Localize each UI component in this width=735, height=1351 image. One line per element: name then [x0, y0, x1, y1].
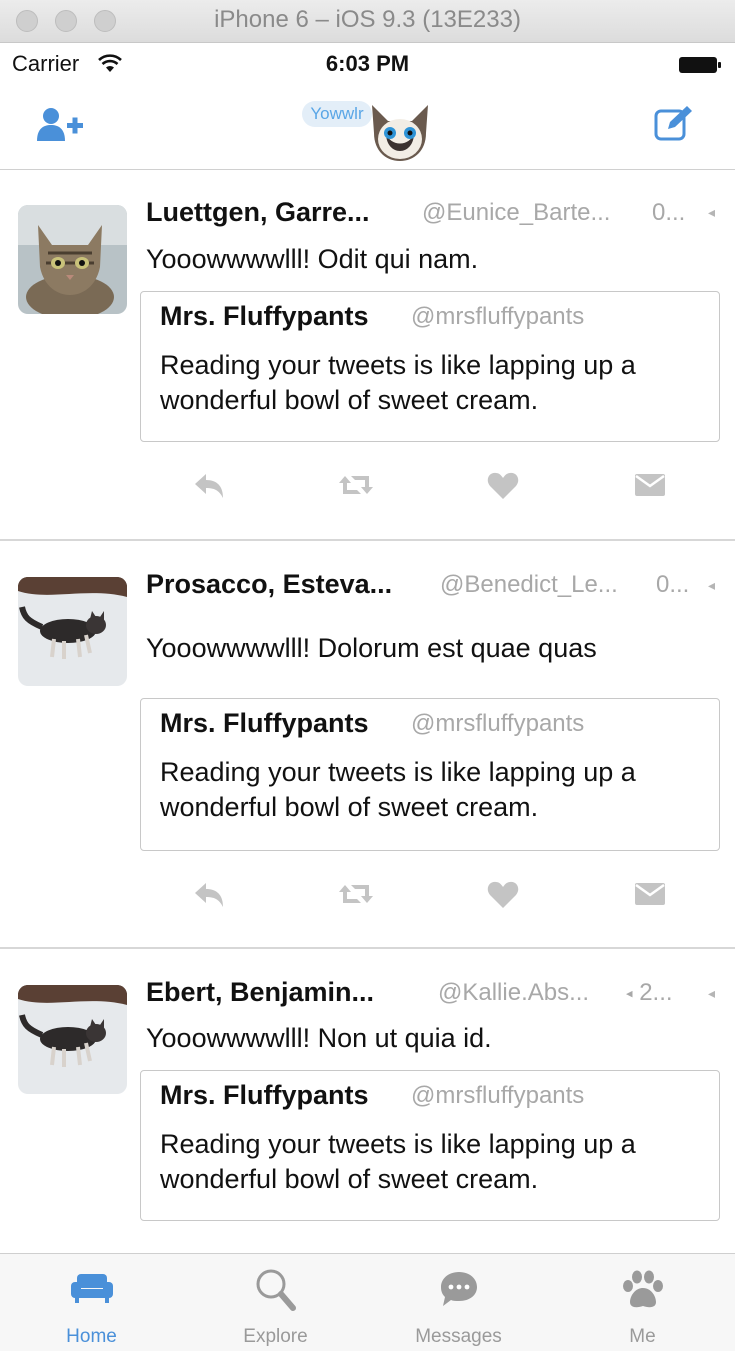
avatar[interactable]	[18, 577, 127, 686]
quoted-author-name: Mrs. Fluffypants	[160, 301, 369, 331]
tweet-cell[interactable]: Ebert, Benjamin... @Kallie.Abs... ◂ 2...…	[0, 949, 735, 1253]
tweet-timestamp: 0...	[652, 199, 686, 226]
cat-in-snow-photo	[18, 985, 127, 1094]
cat-logo-icon	[372, 105, 428, 161]
tweet-timestamp-value: 2...	[639, 979, 673, 1006]
tweet-options-icon[interactable]: ◂	[708, 985, 715, 1002]
tweet-text: Yooowwwwlll! Odit qui nam.	[146, 244, 479, 274]
chat-bubble-icon	[440, 1272, 477, 1306]
tweet-author-name[interactable]: Ebert, Benjamin...	[146, 977, 374, 1008]
tweet-author-name[interactable]: Luettgen, Garre...	[146, 197, 370, 228]
quoted-author-handle: @mrsfluffypants	[411, 1082, 585, 1109]
tab-me[interactable]: Me	[551, 1254, 734, 1351]
retweet-icon[interactable]	[339, 881, 373, 907]
tab-label: Home	[66, 1326, 117, 1347]
quoted-author-handle: @mrsfluffypants	[411, 303, 585, 330]
tweet-options-icon[interactable]: ◂	[708, 204, 715, 221]
tab-home[interactable]: Home	[0, 1254, 183, 1351]
logo-text: Yowwlr	[302, 101, 372, 127]
tab-bar: Home Explore Messages Me	[0, 1253, 735, 1351]
quoted-author-handle: @mrsfluffypants	[411, 710, 585, 737]
yowwlr-logo: Yowwlr	[300, 95, 435, 163]
tab-label: Messages	[415, 1326, 502, 1347]
like-heart-icon[interactable]	[487, 472, 519, 500]
tweet-cell[interactable]: Luettgen, Garre... @Eunice_Barte... 0...…	[0, 170, 735, 541]
quoted-tweet[interactable]: Mrs. Fluffypants @mrsfluffypants Reading…	[140, 698, 720, 851]
quoted-text: Reading your tweets is like lapping up a…	[160, 1129, 636, 1194]
tweet-actions	[0, 881, 735, 921]
tab-label: Me	[629, 1326, 656, 1347]
message-envelope-icon[interactable]	[634, 472, 666, 498]
reply-icon[interactable]	[193, 881, 225, 909]
quoted-author-name: Mrs. Fluffypants	[160, 1080, 369, 1110]
retweet-icon[interactable]	[339, 472, 373, 498]
compose-icon[interactable]	[654, 105, 694, 141]
cat-in-snow-photo	[18, 577, 127, 686]
avatar[interactable]	[18, 205, 127, 314]
simulator-window-bar: iPhone 6 – iOS 9.3 (13E233)	[0, 0, 735, 43]
tweet-options-icon[interactable]: ◂	[708, 577, 715, 594]
tweet-author-handle: @Kallie.Abs...	[438, 979, 590, 1006]
quoted-text: Reading your tweets is like lapping up a…	[160, 757, 636, 822]
tweet-feed[interactable]: Luettgen, Garre... @Eunice_Barte... 0...…	[0, 170, 735, 1253]
paw-icon	[622, 1270, 663, 1308]
tweet-timestamp: 0...	[656, 571, 690, 598]
window-title: iPhone 6 – iOS 9.3 (13E233)	[214, 6, 521, 33]
tweet-author-handle: @Eunice_Barte...	[422, 199, 611, 226]
tweet-actions	[0, 472, 735, 512]
tab-explore[interactable]: Explore	[184, 1254, 367, 1351]
search-icon	[256, 1269, 296, 1311]
tweet-timestamp: ◂ 2...	[626, 979, 673, 1006]
quoted-tweet[interactable]: Mrs. Fluffypants @mrsfluffypants Reading…	[140, 1070, 720, 1221]
kitten-photo	[18, 205, 127, 314]
tweet-author-name[interactable]: Prosacco, Esteva...	[146, 569, 392, 600]
tab-messages[interactable]: Messages	[367, 1254, 550, 1351]
quoted-tweet[interactable]: Mrs. Fluffypants @mrsfluffypants Reading…	[140, 291, 720, 442]
tweet-text: Yooowwwwlll! Non ut quia id.	[146, 1023, 492, 1053]
couch-icon	[70, 1274, 113, 1303]
message-envelope-icon[interactable]	[634, 881, 666, 907]
status-bar: Carrier 6:03 PM	[0, 43, 735, 83]
tweet-cell[interactable]: Prosacco, Esteva... @Benedict_Le... 0...…	[0, 541, 735, 949]
add-user-icon[interactable]	[37, 107, 85, 143]
navigation-bar: Yowwlr	[0, 83, 735, 170]
reply-icon[interactable]	[193, 472, 225, 500]
battery-icon	[679, 57, 721, 73]
status-time: 6:03 PM	[325, 51, 410, 76]
avatar[interactable]	[18, 985, 127, 1094]
tweet-author-handle: @Benedict_Le...	[440, 571, 618, 598]
quoted-text: Reading your tweets is like lapping up a…	[160, 350, 636, 415]
like-heart-icon[interactable]	[487, 881, 519, 909]
tweet-text: Yooowwwwlll! Dolorum est quae quas	[146, 633, 597, 663]
quoted-author-name: Mrs. Fluffypants	[160, 708, 369, 738]
tab-label: Explore	[243, 1326, 308, 1347]
